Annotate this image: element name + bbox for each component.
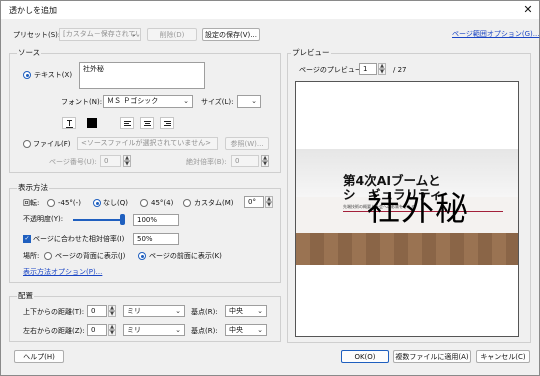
page-number-input: 0 (100, 155, 121, 167)
browse-button[interactable]: 参照(W)... (225, 137, 269, 150)
display-group-label: 表示方法 (17, 182, 49, 193)
opacity-input[interactable]: 100% (133, 214, 179, 226)
preset-select[interactable]: [カスタム－保存されてい ⌄ (59, 28, 141, 41)
text-radio-label: テキスト(X) (34, 71, 73, 79)
add-watermark-dialog: 透かしを追加 ✕ プリセット(S): [カスタム－保存されてい ⌄ 削除(D) 設… (0, 0, 540, 376)
vertical-unit-value: ミリ (127, 307, 141, 315)
rotate-minus45-label: -45°(-) (58, 199, 81, 207)
font-select[interactable]: ＭＳ Ｐゴシック ⌄ (103, 95, 193, 108)
align-right-icon[interactable] (160, 117, 174, 129)
vertical-distance-input[interactable]: 0 (87, 305, 107, 317)
display-options-link[interactable]: 表示方法オプション(P)... (23, 267, 102, 277)
opacity-slider-thumb[interactable] (120, 214, 125, 225)
spin-down-icon[interactable]: ▼ (108, 330, 116, 336)
place-back-radio[interactable] (44, 252, 52, 260)
place-front-label: ページの前面に表示(K) (149, 252, 222, 260)
vertical-unit-select[interactable]: ミリ ⌄ (123, 305, 185, 317)
horizontal-distance-input[interactable]: 0 (87, 324, 107, 336)
file-radio-label: ファイル(F) (33, 140, 71, 148)
custom-rotation-input[interactable]: 0° (244, 196, 264, 208)
rotation-label: 回転: (23, 199, 40, 207)
place-back-label: ページの背面に表示(J) (55, 252, 126, 260)
page-range-options-link[interactable]: ページ範囲オプション(G)... (452, 29, 539, 39)
text-radio[interactable] (23, 71, 31, 79)
preset-label: プリセット(S): (13, 31, 61, 39)
relative-scale-input[interactable]: 50% (133, 233, 179, 245)
source-file-field: <ソースファイルが選択されていません> (77, 137, 218, 150)
vertical-distance-label: 上下からの距離(T): (23, 308, 85, 316)
dialog-title: 透かしを追加 (9, 6, 57, 15)
align-left-icon[interactable] (120, 117, 134, 129)
preview-page-total: / 27 (393, 66, 407, 74)
placement-group-label: 配置 (17, 290, 34, 301)
cancel-button[interactable]: キャンセル(C) (476, 350, 530, 363)
text-color-swatch[interactable] (87, 118, 97, 128)
relative-scale-checkbox[interactable]: ✓ (23, 235, 31, 243)
relative-scale-label: ページに合わせた相対倍率(I) (33, 235, 125, 243)
watermark-text-input[interactable]: 社外秘 (79, 62, 205, 89)
font-value: ＭＳ Ｐゴシック (107, 97, 159, 105)
place-front-radio[interactable] (138, 252, 146, 260)
align-center-icon[interactable] (140, 117, 154, 129)
slide-thumbnail: 第4次AIブームと シ ギュラリティ 先端技術の概要と社会への影響を考える 社外… (296, 149, 518, 265)
rotate-custom-label: カスタム(M) (194, 199, 234, 207)
chevron-down-icon: ⌄ (183, 97, 189, 105)
absolute-scale-input: 0 (231, 155, 259, 167)
rotate-minus45-radio[interactable] (47, 199, 55, 207)
apply-multiple-files-button[interactable]: 複数ファイルに適用(A) (393, 350, 471, 363)
close-icon[interactable]: ✕ (520, 3, 536, 17)
preview-page-input[interactable]: 1 (359, 63, 377, 75)
save-settings-button[interactable]: 設定の保存(V)... (202, 28, 260, 41)
preview-group-label: プレビュー (291, 47, 331, 58)
chevron-down-icon: ⌄ (257, 307, 263, 315)
chevron-down-icon: ⌄ (175, 307, 181, 315)
watermark-text-preview: 社外秘 (367, 189, 469, 228)
rotate-custom-radio[interactable] (183, 199, 191, 207)
opacity-label: 不透明度(Y): (23, 215, 64, 223)
placement-location-label: 場所: (23, 252, 40, 260)
vertical-anchor-value: 中央 (229, 307, 243, 315)
horizontal-unit-value: ミリ (127, 326, 141, 334)
chevron-down-icon: ⌄ (131, 30, 137, 38)
slide-title: 第4次AIブームと (343, 173, 441, 188)
spin-down-icon[interactable]: ▼ (265, 202, 273, 208)
opacity-slider-track[interactable] (73, 219, 123, 221)
horizontal-distance-label: 左右からの距離(Z): (23, 327, 85, 335)
ok-button[interactable]: OK(O) (341, 350, 389, 363)
title-bar: 透かしを追加 ✕ (1, 1, 539, 19)
spin-down-icon: ▼ (261, 161, 269, 167)
absolute-scale-label: 絶対倍率(B): (186, 158, 227, 166)
delete-preset-button[interactable]: 削除(D) (147, 28, 197, 41)
slide-floor (296, 233, 518, 265)
vertical-anchor-select[interactable]: 中央 ⌄ (225, 305, 267, 317)
spin-down-icon[interactable]: ▼ (378, 69, 386, 75)
spin-down-icon[interactable]: ▼ (108, 311, 116, 317)
vertical-anchor-label: 基点(R): (191, 308, 218, 316)
rotate-none-radio[interactable] (93, 199, 101, 207)
size-label: サイズ(L): (201, 98, 234, 106)
file-radio[interactable] (23, 140, 31, 148)
chevron-down-icon: ⌄ (251, 97, 257, 105)
rotate-45-radio[interactable] (140, 199, 148, 207)
page-number-label: ページ番号(U): (49, 158, 97, 166)
source-group-label: ソース (17, 47, 42, 58)
horizontal-anchor-value: 中央 (229, 326, 243, 334)
font-label: フォント(N): (61, 98, 103, 106)
horizontal-unit-select[interactable]: ミリ ⌄ (123, 324, 185, 336)
chevron-down-icon: ⌄ (257, 326, 263, 334)
horizontal-anchor-select[interactable]: 中央 ⌄ (225, 324, 267, 336)
rotate-45-label: 45°(4) (151, 199, 174, 207)
preview-canvas: 第4次AIブームと シ ギュラリティ 先端技術の概要と社会への影響を考える 社外… (295, 81, 519, 337)
size-select[interactable]: ⌄ (237, 95, 261, 108)
chevron-down-icon: ⌄ (175, 326, 181, 334)
opacity-slider-fill (73, 219, 123, 221)
text-underline-icon[interactable] (62, 117, 76, 129)
horizontal-anchor-label: 基点(R): (191, 327, 218, 335)
rotate-none-label: なし(Q) (103, 199, 128, 207)
preset-value: [カスタム－保存されてい (63, 30, 141, 38)
help-button[interactable]: ヘルプ(H) (14, 350, 64, 363)
spin-down-icon: ▼ (123, 161, 131, 167)
